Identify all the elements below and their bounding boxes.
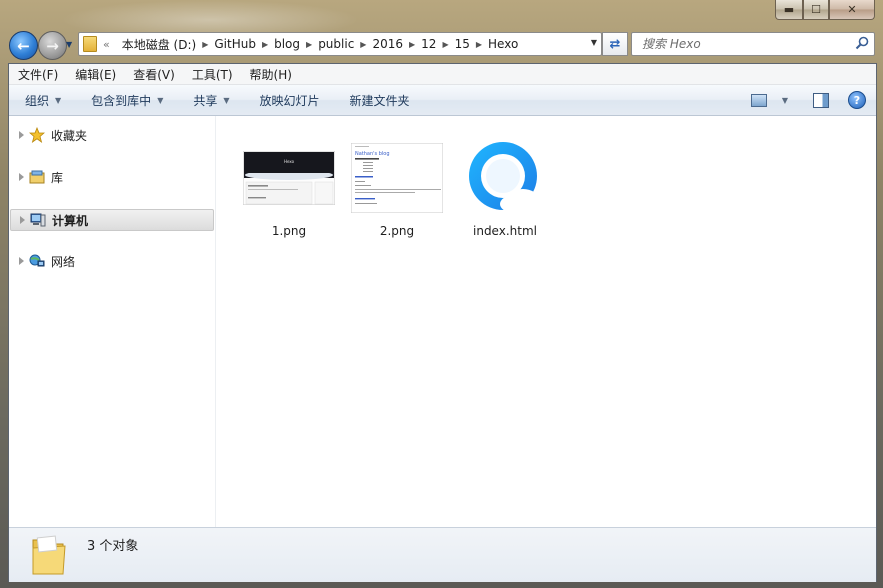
breadcrumb-item[interactable]: 15 [449, 37, 476, 51]
minimize-button[interactable]: ▬ [775, 0, 803, 20]
star-icon [29, 127, 45, 143]
back-button[interactable]: ← [9, 31, 38, 60]
menu-tools[interactable]: 工具(T) [183, 66, 241, 83]
breadcrumb-item[interactable]: public [312, 37, 360, 51]
folder-icon [32, 535, 66, 575]
menu-file[interactable]: 文件(F) [9, 66, 66, 83]
file-item[interactable]: index.html [455, 134, 555, 238]
back-arrow-icon: ← [17, 36, 30, 55]
share-button[interactable]: 共享 ▼ [177, 92, 243, 109]
folder-icon [83, 36, 97, 52]
computer-icon [30, 212, 46, 228]
sidebar-item-network[interactable]: 网络 [9, 251, 213, 271]
file-list: Hexo 1.png Nathan's blog 2.png index.htm… [216, 116, 876, 528]
navigation-pane: 收藏夹 库 计算机 网络 [9, 116, 215, 528]
include-in-library-button[interactable]: 包含到库中 ▼ [75, 92, 177, 109]
menu-bar: 文件(F) 编辑(E) 查看(V) 工具(T) 帮助(H) [9, 64, 876, 85]
recent-pages-dropdown-icon[interactable]: ▼ [66, 40, 72, 49]
expand-arrow-icon[interactable] [19, 173, 24, 181]
breadcrumb-item[interactable]: 2016 [366, 37, 409, 51]
file-name: 2.png [379, 224, 415, 238]
help-button[interactable]: ? [846, 90, 868, 110]
sidebar-item-label: 网络 [51, 254, 76, 269]
share-label: 共享 [193, 93, 218, 108]
file-name: index.html [473, 224, 537, 238]
expand-arrow-icon[interactable] [19, 131, 24, 139]
sidebar-item-computer[interactable]: 计算机 [10, 209, 214, 231]
forward-arrow-icon: → [46, 36, 59, 55]
maximize-button[interactable]: ☐ [803, 0, 829, 20]
view-icon [751, 93, 767, 107]
menu-edit[interactable]: 编辑(E) [66, 66, 124, 83]
change-view-button[interactable] [748, 90, 770, 110]
address-bar[interactable]: « 本地磁盘 (D:) ▶ GitHub ▶ blog ▶ public ▶ 2016 ▶… [78, 32, 602, 56]
sidebar-item-label: 计算机 [52, 213, 89, 228]
image-thumbnail: Hexo [239, 134, 339, 222]
window-controls: ▬ ☐ ✕ [775, 0, 875, 20]
sidebar-item-favorites[interactable]: 收藏夹 [9, 125, 213, 145]
breadcrumb-item[interactable]: blog [268, 37, 306, 51]
file-item[interactable]: Nathan's blog 2.png [347, 134, 447, 238]
item-count: 3 个对象 [87, 539, 139, 554]
search-box [631, 32, 875, 56]
address-dropdown-icon[interactable]: ▼ [591, 38, 597, 47]
thumbnail-title: Hexo [284, 159, 295, 164]
sidebar-item-label: 收藏夹 [51, 128, 88, 143]
sidebar-item-label: 库 [51, 170, 64, 185]
view-dropdown-button[interactable]: ▼ [774, 90, 796, 110]
organize-button[interactable]: 组织 ▼ [9, 92, 75, 109]
breadcrumb-item[interactable]: 12 [415, 37, 442, 51]
breadcrumb-item[interactable]: 本地磁盘 (D:) [116, 36, 202, 53]
refresh-button[interactable]: ⇄ [602, 32, 628, 56]
slideshow-button[interactable]: 放映幻灯片 [244, 92, 334, 109]
sidebar-item-libraries[interactable]: 库 [9, 167, 213, 187]
search-icon[interactable] [855, 36, 869, 50]
image-thumbnail: Nathan's blog [347, 134, 447, 222]
library-icon [29, 169, 45, 185]
include-library-label: 包含到库中 [91, 93, 152, 108]
preview-pane-icon [813, 92, 829, 108]
qq-browser-icon [455, 134, 555, 222]
breadcrumb-item[interactable]: Hexo [482, 37, 524, 51]
details-pane: 3 个对象 [9, 527, 876, 582]
chevron-down-icon: ▼ [223, 95, 230, 105]
network-icon [29, 253, 45, 269]
expand-arrow-icon[interactable] [20, 216, 25, 224]
new-folder-button[interactable]: 新建文件夹 [334, 92, 424, 109]
chevron-down-icon: ▼ [781, 95, 789, 105]
breadcrumb: 本地磁盘 (D:) ▶ GitHub ▶ blog ▶ public ▶ 2016 ▶ 1… [116, 36, 525, 53]
thumbnail-title: Nathan's blog [355, 151, 390, 157]
close-button[interactable]: ✕ [829, 0, 875, 20]
breadcrumb-overflow[interactable]: « [103, 38, 110, 51]
forward-button[interactable]: → [38, 31, 67, 60]
menu-view[interactable]: 查看(V) [124, 66, 183, 83]
menu-help[interactable]: 帮助(H) [241, 66, 300, 83]
explorer-window: 文件(F) 编辑(E) 查看(V) 工具(T) 帮助(H) 组织 ▼ 包含到库中 ▼… [8, 63, 877, 582]
chevron-down-icon: ▼ [157, 95, 164, 105]
preview-pane-button[interactable] [810, 90, 832, 110]
refresh-icon: ⇄ [609, 36, 621, 52]
search-input[interactable] [640, 33, 854, 55]
help-icon: ? [848, 91, 866, 109]
breadcrumb-item[interactable]: GitHub [208, 37, 262, 51]
chevron-down-icon: ▼ [55, 95, 62, 105]
file-item[interactable]: Hexo 1.png [239, 134, 339, 238]
file-name: 1.png [271, 224, 307, 238]
command-bar: 组织 ▼ 包含到库中 ▼ 共享 ▼ 放映幻灯片 新建文件夹 ▼ ? [9, 85, 876, 116]
expand-arrow-icon[interactable] [19, 257, 24, 265]
organize-label: 组织 [25, 93, 50, 108]
